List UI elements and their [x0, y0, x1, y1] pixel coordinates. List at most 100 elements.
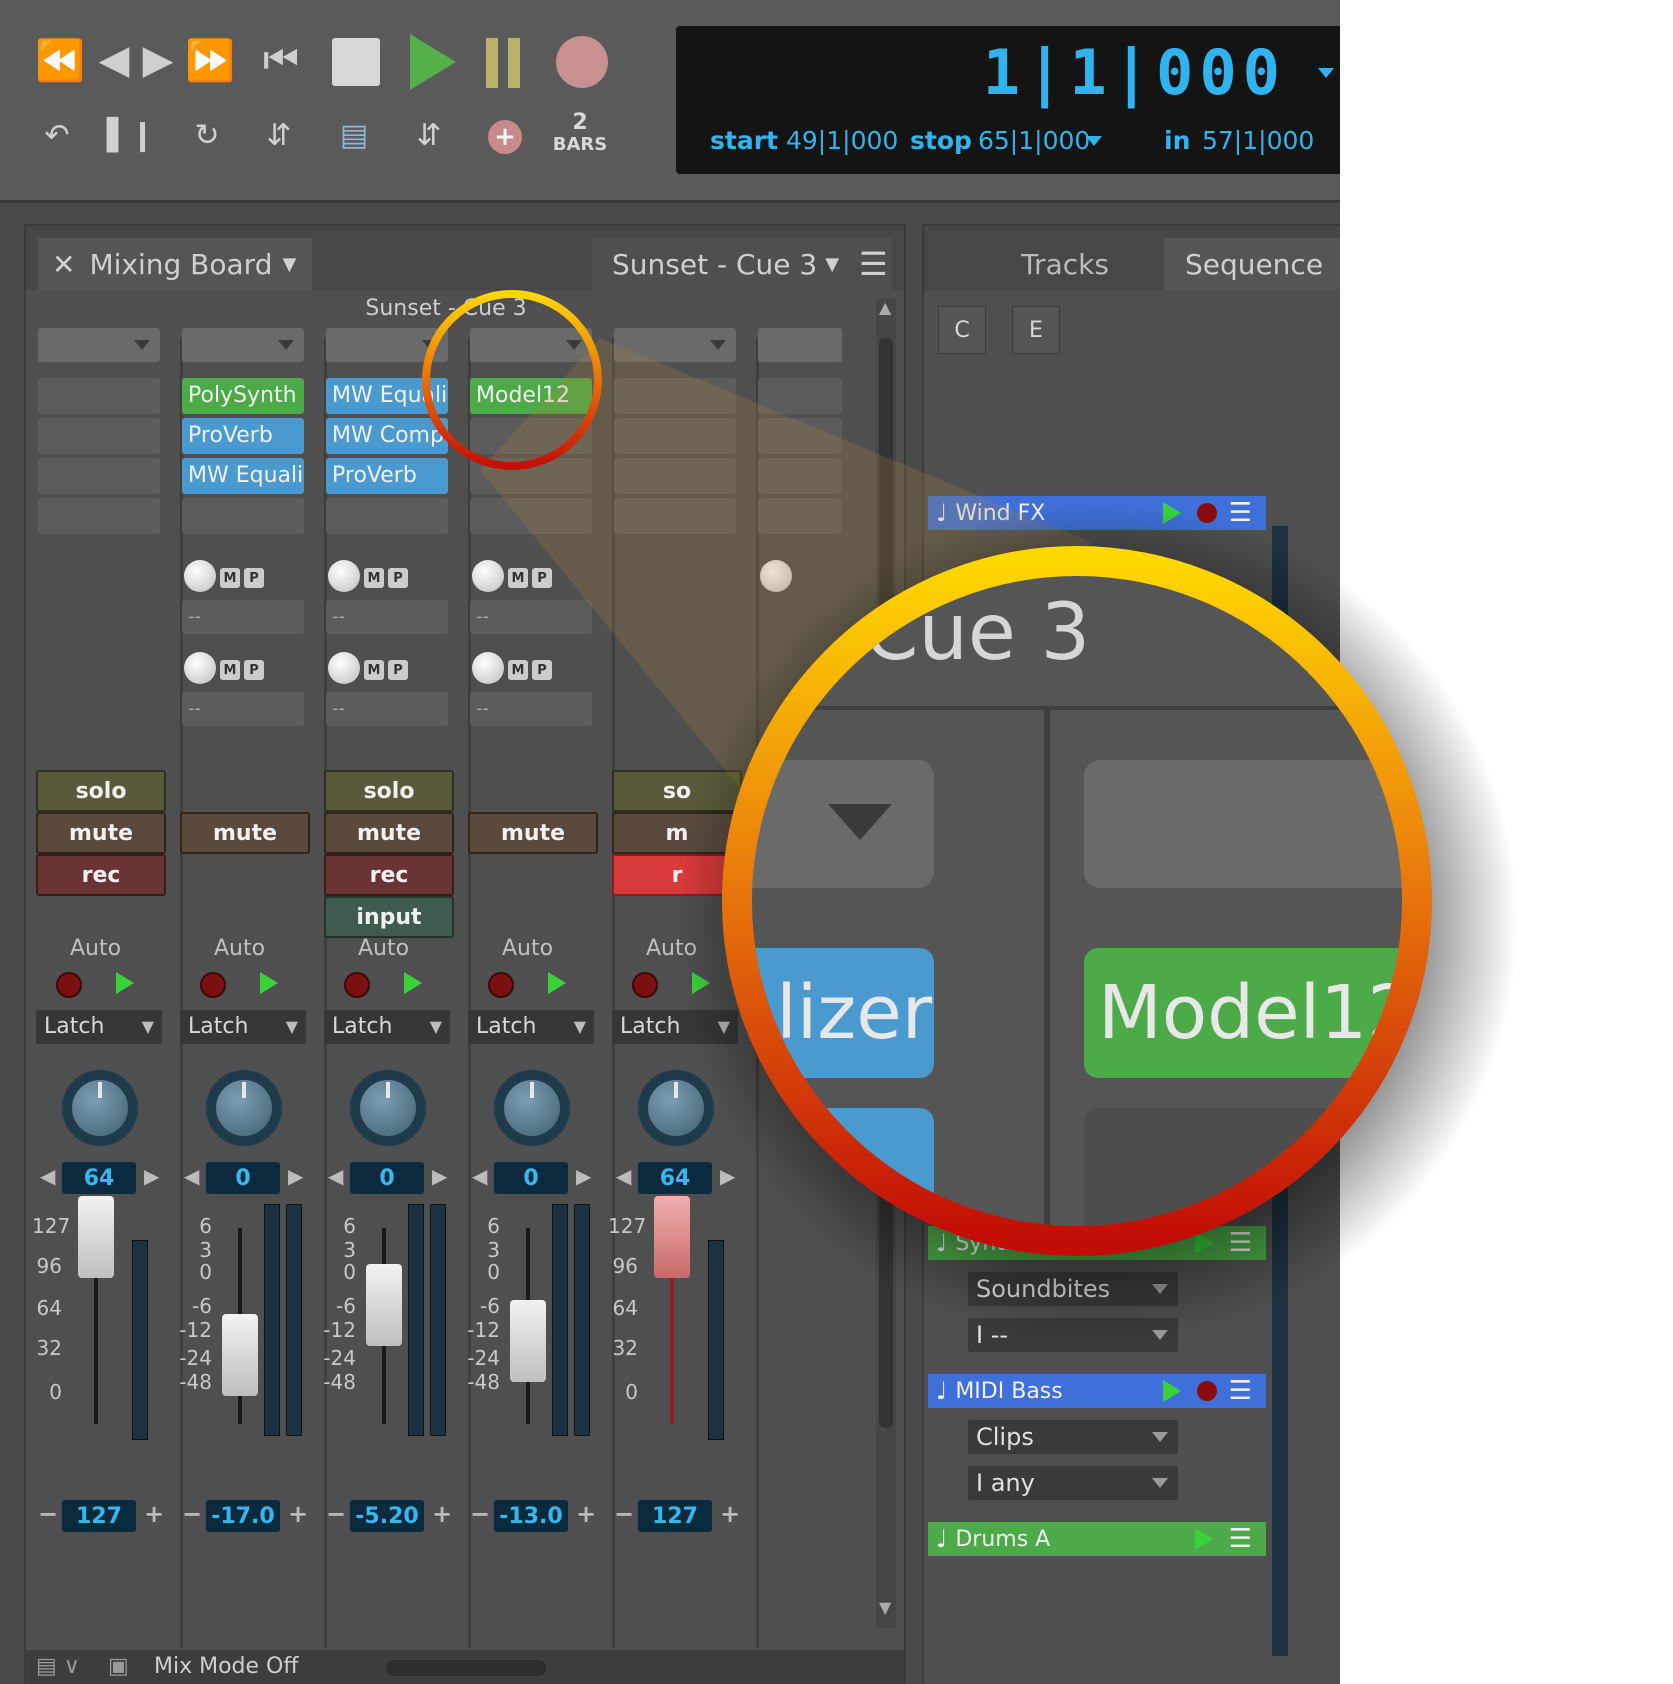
plugin-slot[interactable] — [326, 498, 448, 534]
pan-value[interactable]: 64 — [638, 1162, 712, 1194]
automation-record-icon[interactable] — [488, 972, 514, 998]
fast-forward-icon[interactable]: ⏩ — [180, 30, 240, 90]
automation-mode-dropdown[interactable]: Latch ▼ — [324, 1010, 450, 1044]
mute-button[interactable]: mute — [36, 812, 166, 854]
automation-record-icon[interactable] — [56, 972, 82, 998]
pan-value[interactable]: 0 — [494, 1162, 568, 1194]
volume-increment-button[interactable]: + — [288, 1500, 308, 1528]
volume-decrement-button[interactable]: − — [38, 1500, 58, 1528]
clip-source-dropdown[interactable]: Clips — [968, 1420, 1178, 1454]
plugin-slot[interactable]: ProVerb — [182, 418, 304, 454]
add-marker-icon[interactable]: + — [488, 120, 522, 154]
track-header[interactable]: ♩ Drums A ☰ — [928, 1522, 1266, 1556]
input-monitor-button[interactable]: input — [324, 896, 454, 938]
volume-value[interactable]: -13.0 — [494, 1500, 568, 1532]
solo-button[interactable]: solo — [36, 770, 166, 812]
go-to-start-icon[interactable]: ⏮ — [256, 30, 306, 90]
tab-sequence[interactable]: Sequence — [1164, 238, 1340, 290]
pan-left-arrow-icon[interactable]: ◀ — [472, 1164, 487, 1188]
pan-knob[interactable] — [206, 1070, 282, 1146]
plugin-slot[interactable] — [470, 418, 592, 454]
pan-knob[interactable] — [350, 1070, 426, 1146]
solo-button[interactable]: solo — [324, 770, 454, 812]
automation-play-icon[interactable] — [404, 972, 422, 994]
magnified-green-slot[interactable]: Model12 — [1084, 948, 1430, 1078]
pan-right-arrow-icon[interactable]: ▶ — [144, 1164, 159, 1188]
mixer-horizontal-scrollbar[interactable] — [386, 1660, 546, 1676]
track-record-icon[interactable] — [1196, 503, 1217, 523]
input-routing-dropdown[interactable] — [758, 328, 842, 362]
volume-increment-button[interactable]: + — [144, 1500, 164, 1528]
pan-knob[interactable] — [62, 1070, 138, 1146]
send-mute-button[interactable]: M — [508, 568, 528, 588]
plugin-slot[interactable]: MW Equalizer — [182, 458, 304, 494]
record-icon[interactable] — [556, 36, 608, 88]
track-play-icon[interactable] — [1162, 1380, 1181, 1402]
send-mute-button[interactable]: M — [220, 568, 240, 588]
send-destination[interactable]: -- — [470, 692, 592, 726]
send-level-knob[interactable] — [184, 560, 216, 592]
plugin-slot[interactable]: ProVerb — [326, 458, 448, 494]
view-icon[interactable]: ▤ ∨ — [36, 1654, 80, 1679]
automation-record-icon[interactable] — [200, 972, 226, 998]
chevron-down-icon[interactable]: ▼ — [282, 254, 296, 275]
send-pre-button[interactable]: P — [388, 660, 408, 680]
input-routing-dropdown[interactable] — [326, 328, 448, 362]
plugin-slot[interactable] — [38, 418, 160, 454]
pan-left-arrow-icon[interactable]: ◀ — [184, 1164, 199, 1188]
tab-tracks[interactable]: Tracks — [980, 238, 1150, 290]
volume-increment-button[interactable]: + — [720, 1500, 740, 1528]
volume-decrement-button[interactable]: − — [182, 1500, 202, 1528]
mute-button[interactable]: mute — [180, 812, 310, 854]
play-icon[interactable] — [410, 34, 456, 90]
input-routing-dropdown[interactable] — [182, 328, 304, 362]
send-destination[interactable]: -- — [182, 692, 304, 726]
undo-icon[interactable]: ↶ — [34, 112, 80, 158]
magnified-empty-dropdown[interactable] — [1084, 760, 1430, 888]
volume-fader[interactable] — [510, 1300, 546, 1382]
send-level-knob[interactable] — [472, 652, 504, 684]
plugin-slot[interactable] — [614, 458, 736, 494]
send-pre-button[interactable]: P — [532, 568, 552, 588]
pan-right-arrow-icon[interactable]: ▶ — [576, 1164, 591, 1188]
automation-record-icon[interactable] — [632, 972, 658, 998]
close-icon[interactable]: ✕ — [52, 248, 75, 281]
plugin-slot[interactable]: Model12 — [470, 378, 592, 414]
track-header[interactable]: ♩ MIDI Bass ☰ — [928, 1374, 1266, 1408]
rewind-icon[interactable]: ⏪ — [30, 30, 90, 90]
current-time[interactable]: 1|1|000 — [983, 36, 1286, 109]
send-pre-button[interactable]: P — [388, 568, 408, 588]
automation-play-icon[interactable] — [548, 972, 566, 994]
hamburger-menu-icon[interactable]: ☰ — [1229, 498, 1252, 528]
magnified-blue-slot[interactable]: ualizer — [724, 948, 934, 1078]
metronome-icon[interactable]: ▤ — [326, 112, 382, 158]
plugin-slot[interactable] — [614, 378, 736, 414]
send-destination[interactable]: -- — [182, 600, 304, 634]
record-arm-button[interactable]: rec — [324, 854, 454, 896]
send-mute-button[interactable]: M — [220, 660, 240, 680]
pan-value[interactable]: 64 — [62, 1162, 136, 1194]
send-pre-button[interactable]: P — [244, 568, 264, 588]
send-destination[interactable]: -- — [470, 600, 592, 634]
record-arm-button[interactable]: r — [612, 854, 742, 896]
clip-filter-dropdown[interactable]: I -- — [968, 1318, 1178, 1352]
loop-icon[interactable]: ↻ — [182, 112, 232, 158]
bars-setting[interactable]: 2 BARS — [552, 112, 608, 156]
volume-value[interactable]: 127 — [62, 1500, 136, 1532]
send-level-knob[interactable] — [184, 652, 216, 684]
clip-filter-dropdown[interactable]: I any — [968, 1466, 1178, 1500]
pan-right-arrow-icon[interactable]: ▶ — [432, 1164, 447, 1188]
hamburger-menu-icon[interactable]: ☰ — [1229, 1524, 1252, 1554]
mute-button[interactable]: m — [612, 812, 742, 854]
start-value[interactable]: 49|1|000 — [786, 126, 898, 155]
stop-dropdown-icon[interactable] — [1086, 136, 1102, 146]
send-mute-button[interactable]: M — [364, 568, 384, 588]
plugin-slot[interactable]: PolySynth — [182, 378, 304, 414]
step-back-icon[interactable]: ◀ — [92, 30, 136, 90]
plugin-slot[interactable] — [614, 418, 736, 454]
send-level-knob[interactable] — [328, 652, 360, 684]
volume-fader[interactable] — [222, 1314, 258, 1396]
volume-increment-button[interactable]: + — [432, 1500, 452, 1528]
send-mute-button[interactable]: M — [364, 660, 384, 680]
volume-decrement-button[interactable]: − — [614, 1500, 634, 1528]
